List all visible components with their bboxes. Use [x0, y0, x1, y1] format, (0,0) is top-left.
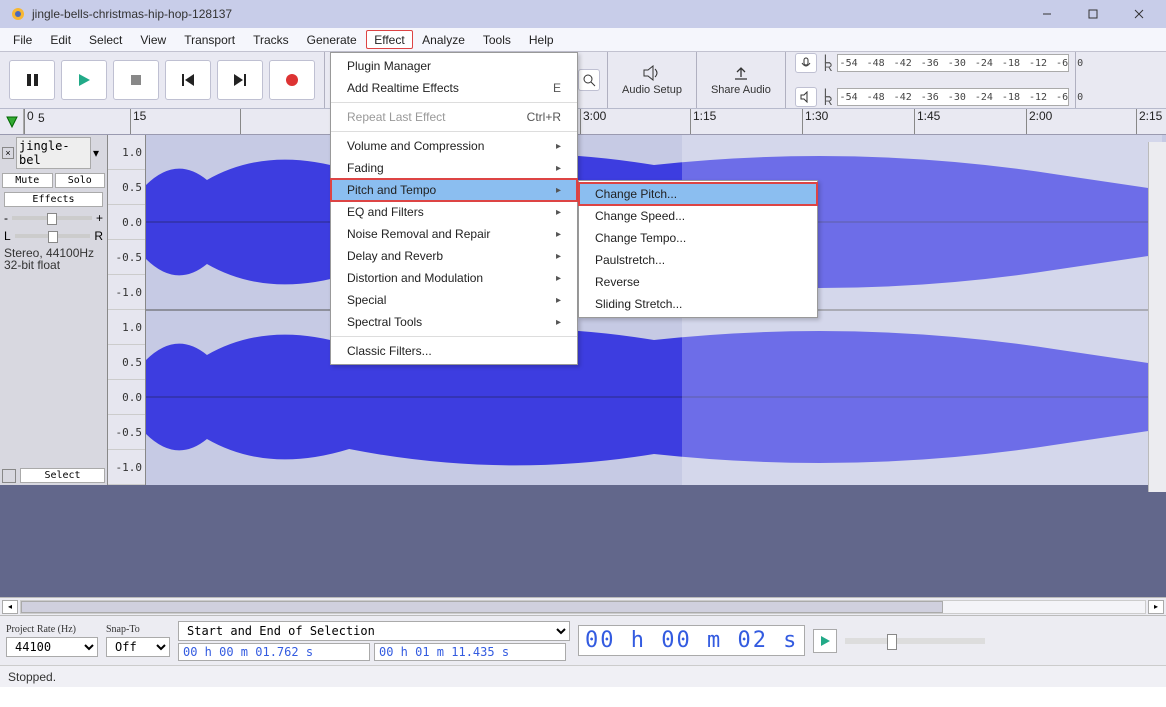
vertical-scrollbar[interactable]: [1148, 142, 1166, 492]
status-bar: Stopped.: [0, 665, 1166, 687]
record-meter[interactable]: -54-48-42-36-30-24-18-12-60: [837, 54, 1069, 72]
submenu-sliding-stretch[interactable]: Sliding Stretch...: [579, 293, 817, 315]
selection-end-field[interactable]: 00 h 01 m 11.435 s: [374, 643, 566, 661]
status-text: Stopped.: [8, 670, 56, 684]
title-bar: jingle-bells-christmas-hip-hop-128137: [0, 0, 1166, 28]
app-logo-icon: [10, 6, 26, 22]
selection-mode-select[interactable]: Start and End of Selection: [178, 621, 570, 641]
menu-select[interactable]: Select: [80, 30, 131, 50]
pan-slider[interactable]: LR: [0, 227, 107, 245]
menu-volume-compression[interactable]: Volume and Compression: [331, 135, 577, 157]
selection-toolbar: Project Rate (Hz) 44100 Snap-To Off Star…: [0, 615, 1166, 665]
scroll-left-button[interactable]: ◂: [2, 600, 18, 614]
minimize-button[interactable]: [1024, 0, 1070, 28]
skip-start-button[interactable]: [165, 60, 211, 100]
speaker-icon: [642, 65, 662, 81]
menu-special[interactable]: Special: [331, 289, 577, 311]
menu-effect[interactable]: Effect: [366, 30, 413, 49]
ruler-tick: 5: [38, 111, 45, 125]
menu-help[interactable]: Help: [520, 30, 563, 50]
scroll-right-button[interactable]: ▸: [1148, 600, 1164, 614]
menu-noise-removal[interactable]: Noise Removal and Repair: [331, 223, 577, 245]
submenu-change-speed[interactable]: Change Speed...: [579, 205, 817, 227]
selection-start-field[interactable]: 00 h 00 m 01.762 s: [178, 643, 370, 661]
solo-button[interactable]: Solo: [55, 173, 106, 188]
mic-icon: [800, 57, 812, 69]
pin-timeline-button[interactable]: [0, 109, 24, 134]
effects-button[interactable]: Effects: [4, 192, 103, 207]
stop-button[interactable]: [113, 60, 159, 100]
menu-distortion-modulation[interactable]: Distortion and Modulation: [331, 267, 577, 289]
horizontal-scrollbar[interactable]: ◂ ▸: [0, 597, 1166, 615]
time-display[interactable]: 00 h 00 m 02 s: [578, 625, 805, 656]
submenu-paulstretch[interactable]: Paulstretch...: [579, 249, 817, 271]
effect-menu-dropdown: Plugin Manager Add Realtime EffectsE Rep…: [330, 52, 578, 365]
menu-spectral-tools[interactable]: Spectral Tools: [331, 311, 577, 333]
submenu-reverse[interactable]: Reverse: [579, 271, 817, 293]
track-info: Stereo, 44100Hz32-bit float: [0, 245, 107, 273]
menu-tracks[interactable]: Tracks: [244, 30, 298, 50]
pause-button[interactable]: [9, 60, 55, 100]
speaker-small-icon: [800, 91, 812, 103]
track-select-button[interactable]: Select: [20, 468, 105, 483]
menu-transport[interactable]: Transport: [175, 30, 244, 50]
empty-track-space[interactable]: [0, 485, 1166, 597]
track-name[interactable]: jingle-bel: [16, 137, 91, 169]
audio-setup-button[interactable]: Audio Setup: [608, 52, 697, 108]
maximize-button[interactable]: [1070, 0, 1116, 28]
menu-eq-filters[interactable]: EQ and Filters: [331, 201, 577, 223]
menu-analyze[interactable]: Analyze: [413, 30, 474, 50]
menu-pitch-tempo[interactable]: Pitch and Tempo: [331, 179, 577, 201]
play-at-speed-button[interactable]: [813, 629, 837, 653]
menu-edit[interactable]: Edit: [41, 30, 80, 50]
track-close-button[interactable]: ×: [2, 147, 14, 159]
menu-view[interactable]: View: [131, 30, 175, 50]
track-menu-dropdown[interactable]: ▾: [93, 146, 105, 160]
menu-generate[interactable]: Generate: [298, 30, 366, 50]
track-collapse-button[interactable]: [2, 469, 16, 483]
scrollbar-thumb[interactable]: [21, 601, 943, 613]
vertical-scale: 1.00.50.0-0.5-1.0 1.00.50.0-0.5-1.0: [108, 135, 146, 485]
menu-delay-reverb[interactable]: Delay and Reverb: [331, 245, 577, 267]
pitch-tempo-submenu: Change Pitch... Change Speed... Change T…: [578, 180, 818, 318]
snap-to-label: Snap-To: [106, 624, 170, 635]
project-rate-label: Project Rate (Hz): [6, 624, 98, 635]
menu-classic-filters[interactable]: Classic Filters...: [331, 340, 577, 362]
zoom-tool[interactable]: [578, 69, 600, 91]
timeline-ruler[interactable]: 5 0 15 3:00 1:15 1:30 1:45 2:00 2:15: [0, 109, 1166, 135]
submenu-change-pitch[interactable]: Change Pitch...: [579, 183, 817, 205]
submenu-change-tempo[interactable]: Change Tempo...: [579, 227, 817, 249]
menu-add-realtime[interactable]: Add Realtime EffectsE: [331, 77, 577, 99]
play-meter[interactable]: -54-48-42-36-30-24-18-12-60: [837, 88, 1069, 106]
track-control-panel: × jingle-bel ▾ Mute Solo Effects -+ LR S…: [0, 135, 108, 485]
snap-to-select[interactable]: Off: [106, 637, 170, 657]
menu-plugin-manager[interactable]: Plugin Manager: [331, 55, 577, 77]
menu-tools[interactable]: Tools: [474, 30, 520, 50]
skip-end-button[interactable]: [217, 60, 263, 100]
play-meter-button[interactable]: [795, 87, 817, 107]
menu-file[interactable]: File: [4, 30, 41, 50]
record-meter-button[interactable]: [795, 53, 817, 73]
record-button[interactable]: [269, 60, 315, 100]
menu-repeat-last: Repeat Last EffectCtrl+R: [331, 106, 577, 128]
menu-fading[interactable]: Fading: [331, 157, 577, 179]
gain-slider[interactable]: -+: [0, 209, 107, 227]
share-audio-button[interactable]: Share Audio: [697, 52, 786, 108]
project-rate-select[interactable]: 44100: [6, 637, 98, 657]
playback-speed-slider[interactable]: [845, 638, 985, 644]
window-title: jingle-bells-christmas-hip-hop-128137: [32, 7, 1024, 21]
upload-icon: [732, 65, 750, 81]
main-toolbar: Audio Setup Share Audio LR -54-48-42-36-…: [0, 52, 1166, 109]
close-button[interactable]: [1116, 0, 1162, 28]
mute-button[interactable]: Mute: [2, 173, 53, 188]
play-button[interactable]: [61, 60, 107, 100]
